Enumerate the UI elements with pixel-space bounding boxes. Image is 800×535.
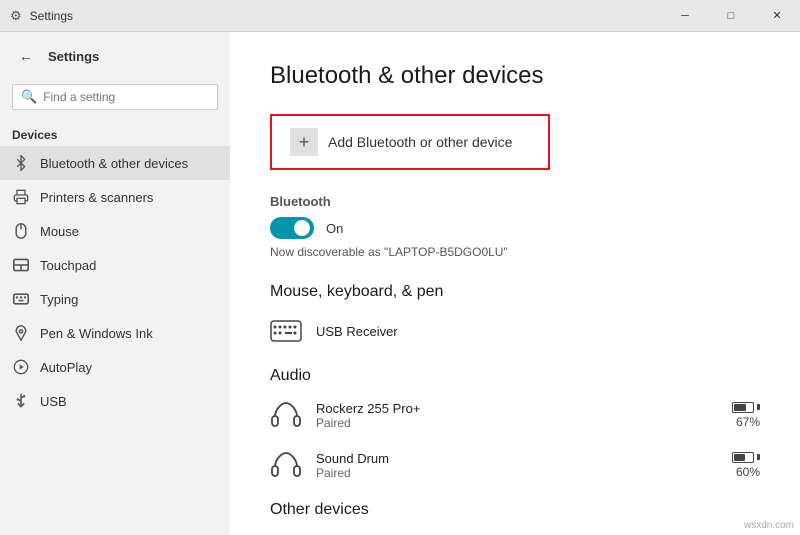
add-icon: + (290, 128, 318, 156)
battery-tip-2 (757, 454, 760, 460)
search-input[interactable] (43, 90, 209, 104)
maximize-button[interactable]: □ (708, 0, 754, 32)
search-icon: 🔍 (21, 89, 37, 105)
device-status-rockerz: Paired (316, 416, 718, 430)
search-box[interactable]: 🔍 (12, 84, 218, 110)
add-device-button[interactable]: + Add Bluetooth or other device (270, 114, 550, 170)
headphones-icon-2 (270, 449, 302, 481)
battery-fill (734, 404, 746, 411)
device-status-sounddrum: Paired (316, 466, 718, 480)
keyboard-icon (270, 315, 302, 347)
device-name-sounddrum: Sound Drum (316, 451, 718, 466)
device-name-rockerz: Rockerz 255 Pro+ (316, 401, 718, 416)
sidebar-item-label-bluetooth: Bluetooth & other devices (40, 156, 188, 171)
watermark: wsxdn.com (744, 520, 794, 531)
bluetooth-toggle-row: On (270, 217, 760, 239)
other-section: Other devices Jio SetTopBox (270, 501, 760, 535)
battery-fill-2 (734, 454, 745, 461)
back-button[interactable]: ← (12, 42, 40, 70)
typing-icon (12, 290, 30, 308)
battery-body (732, 402, 754, 413)
headphones-icon (270, 399, 302, 431)
sidebar-item-touchpad[interactable]: Touchpad (0, 248, 230, 282)
sidebar-item-label-pen: Pen & Windows Ink (40, 326, 153, 341)
autoplay-icon (12, 358, 30, 376)
touchpad-icon (12, 256, 30, 274)
sidebar-item-label-typing: Typing (40, 292, 78, 307)
audio-section-title: Audio (270, 367, 760, 385)
add-device-label: Add Bluetooth or other device (328, 134, 512, 150)
bluetooth-icon (12, 154, 30, 172)
bluetooth-state-label: On (326, 221, 343, 236)
app-body: ← Settings 🔍 Devices Bluetooth & other d… (0, 32, 800, 535)
sidebar-item-typing[interactable]: Typing (0, 282, 230, 316)
battery-icon-sounddrum (732, 452, 760, 463)
sidebar-item-label-mouse: Mouse (40, 224, 79, 239)
sidebar-item-autoplay[interactable]: AutoPlay (0, 350, 230, 384)
sidebar-item-printers[interactable]: Printers & scanners (0, 180, 230, 214)
sidebar-section-label: Devices (0, 122, 230, 146)
sidebar-item-label-usb: USB (40, 394, 67, 409)
main-content: Bluetooth & other devices + Add Bluetoot… (230, 32, 800, 535)
sidebar-item-bluetooth[interactable]: Bluetooth & other devices (0, 146, 230, 180)
device-name: USB Receiver (316, 324, 760, 339)
sidebar-item-label-touchpad: Touchpad (40, 258, 96, 273)
sidebar-item-label-autoplay: AutoPlay (40, 360, 92, 375)
device-info-sounddrum: Sound Drum Paired (316, 451, 718, 480)
titlebar-title: Settings (30, 9, 73, 23)
pen-icon (12, 324, 30, 342)
discoverable-text: Now discoverable as "LAPTOP-B5DGO0LU" (270, 245, 760, 259)
battery-icon-rockerz (732, 402, 760, 413)
audio-section: Audio Rockerz 255 Pro+ Paired (270, 367, 760, 485)
usb-icon (12, 392, 30, 410)
device-battery-sounddrum: 60% (732, 452, 760, 479)
sidebar: ← Settings 🔍 Devices Bluetooth & other d… (0, 32, 230, 535)
device-info: USB Receiver (316, 324, 760, 339)
titlebar-controls: ─ □ ✕ (662, 0, 800, 32)
bluetooth-section-label: Bluetooth (270, 194, 760, 209)
sidebar-item-mouse[interactable]: Mouse (0, 214, 230, 248)
sidebar-nav-top: ← Settings (0, 32, 230, 80)
mouse-section: Mouse, keyboard, & pen (270, 283, 760, 351)
battery-percent-sounddrum: 60% (736, 465, 760, 479)
titlebar-left: ⚙ Settings (10, 8, 73, 24)
battery-tip (757, 404, 760, 410)
battery-body-2 (732, 452, 754, 463)
mouse-icon (12, 222, 30, 240)
titlebar: ⚙ Settings ─ □ ✕ (0, 0, 800, 32)
other-section-title: Other devices (270, 501, 760, 519)
bluetooth-toggle[interactable] (270, 217, 314, 239)
list-item: Sound Drum Paired 60% (270, 449, 760, 485)
device-battery-rockerz: 67% (732, 402, 760, 429)
close-button[interactable]: ✕ (754, 0, 800, 32)
minimize-button[interactable]: ─ (662, 0, 708, 32)
sidebar-item-label-printers: Printers & scanners (40, 190, 153, 205)
sidebar-item-pen[interactable]: Pen & Windows Ink (0, 316, 230, 350)
battery-percent-rockerz: 67% (736, 415, 760, 429)
printer-icon (12, 188, 30, 206)
list-item: Rockerz 255 Pro+ Paired 67% (270, 399, 760, 435)
device-info-rockerz: Rockerz 255 Pro+ Paired (316, 401, 718, 430)
mouse-section-title: Mouse, keyboard, & pen (270, 283, 760, 301)
sidebar-app-title: Settings (48, 49, 99, 64)
list-item: USB Receiver (270, 315, 760, 351)
page-title: Bluetooth & other devices (270, 62, 760, 90)
sidebar-item-usb[interactable]: USB (0, 384, 230, 418)
